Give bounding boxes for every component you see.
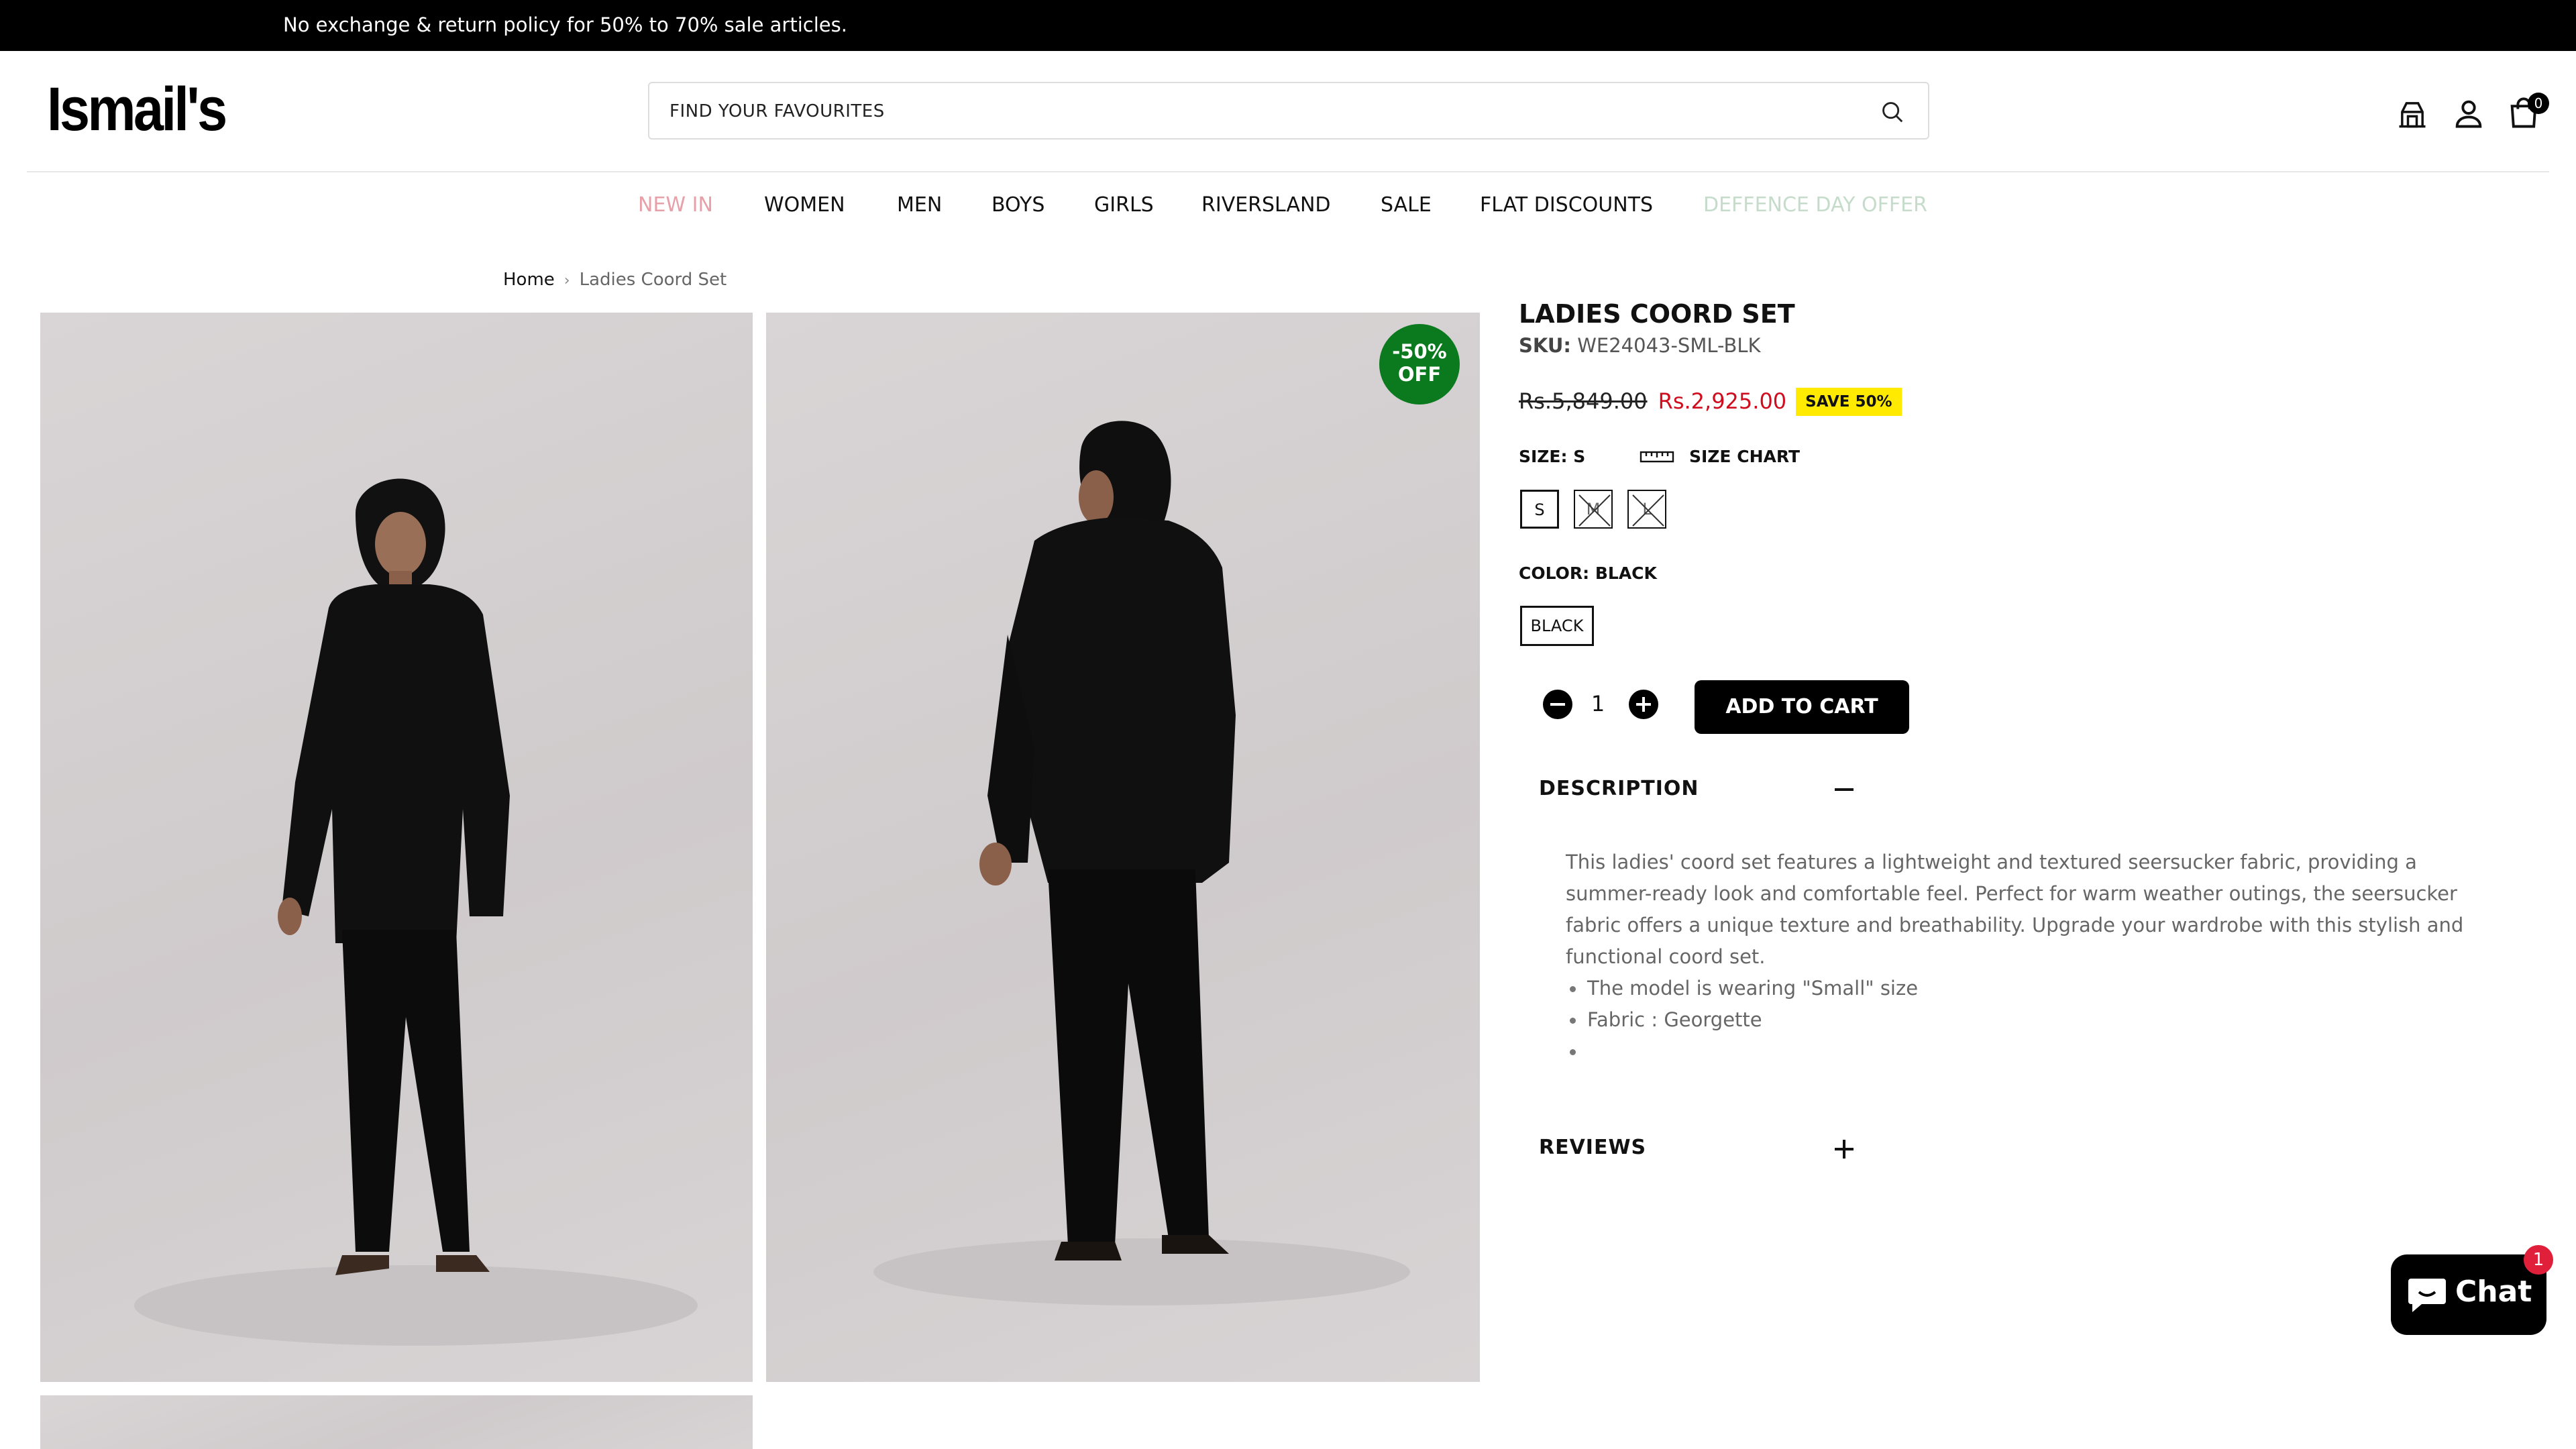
- breadcrumb: Home › Ladies Coord Set: [503, 270, 727, 290]
- size-option-s[interactable]: S: [1520, 490, 1559, 529]
- cart-count-badge: 0: [2528, 93, 2549, 114]
- reviews-accordion-title[interactable]: REVIEWS: [1539, 1136, 1646, 1159]
- size-option-m[interactable]: M: [1574, 490, 1613, 529]
- store-logo[interactable]: Ismail's: [47, 75, 241, 144]
- breadcrumb-current: Ladies Coord Set: [579, 270, 727, 290]
- model-back-figure: [873, 421, 1410, 1305]
- breadcrumb-home[interactable]: Home: [503, 270, 555, 290]
- store-locator-icon[interactable]: [2395, 96, 2430, 131]
- description-content: This ladies' coord set features a lightw…: [1566, 847, 2478, 1067]
- description-accordion-title[interactable]: DESCRIPTION: [1539, 777, 1699, 800]
- announcement-text: No exchange & return policy for 50% to 7…: [283, 13, 847, 36]
- description-text: This ladies' coord set features a lightw…: [1566, 851, 2464, 968]
- description-bullets: The model is wearing "Small" size Fabric…: [1566, 973, 2478, 1067]
- chevron-right-icon: ›: [564, 272, 570, 289]
- nav-item-riversland[interactable]: RIVERSLAND: [1201, 193, 1331, 217]
- price-sale: Rs.2,925.00: [1658, 388, 1787, 414]
- description-bullet: Fabric : Georgette: [1566, 1004, 2478, 1036]
- add-to-cart-button[interactable]: ADD TO CART: [1695, 680, 1909, 734]
- product-image-third[interactable]: [40, 1395, 753, 1449]
- quantity-value[interactable]: 1: [1585, 691, 1611, 716]
- description-bullet: [1566, 1036, 2478, 1067]
- price-original: Rs.5,849.00: [1519, 388, 1648, 414]
- announcement-bar: No exchange & return policy for 50% to 7…: [0, 0, 2576, 51]
- minus-icon[interactable]: [1833, 779, 1855, 800]
- search-icon[interactable]: [1880, 99, 1905, 125]
- description-bullet: The model is wearing "Small" size: [1566, 973, 2478, 1004]
- product-sku: SKU: WE24043-SML-BLK: [1519, 334, 1761, 357]
- size-option-l[interactable]: L: [1627, 490, 1666, 529]
- model-front-figure: [134, 478, 698, 1346]
- nav-item-women[interactable]: WOMEN: [764, 193, 845, 217]
- quantity-increase-button[interactable]: [1629, 690, 1658, 719]
- nav-item-flat-discounts[interactable]: FLAT DISCOUNTS: [1480, 193, 1653, 217]
- nav-item-men[interactable]: MEN: [897, 193, 942, 217]
- discount-percent: -50%: [1392, 340, 1447, 363]
- chat-button[interactable]: Chat: [2391, 1254, 2546, 1335]
- plus-icon[interactable]: [1833, 1138, 1855, 1160]
- nav-item-new-in[interactable]: NEW IN: [638, 193, 713, 217]
- ruler-icon[interactable]: [1640, 449, 1674, 464]
- user-icon[interactable]: [2451, 96, 2486, 131]
- discount-off: OFF: [1397, 363, 1442, 386]
- quantity-decrease-button[interactable]: [1543, 690, 1572, 719]
- search-bar[interactable]: [648, 82, 1929, 140]
- sku-label: SKU:: [1519, 334, 1571, 357]
- product-title: LADIES COORD SET: [1519, 299, 1795, 329]
- product-image-front[interactable]: [40, 313, 753, 1382]
- save-badge: SAVE 50%: [1796, 388, 1902, 416]
- chat-label: Chat: [2455, 1275, 2532, 1309]
- color-option-black[interactable]: BLACK: [1520, 606, 1594, 646]
- unavailable-cross-icon: [1632, 494, 1664, 527]
- color-label: COLOR: BLACK: [1519, 564, 1657, 583]
- header-divider: [27, 171, 2549, 172]
- search-input[interactable]: [669, 98, 1810, 125]
- price-row: Rs.5,849.00 Rs.2,925.00 SAVE 50%: [1519, 388, 1902, 417]
- product-image-back[interactable]: [766, 313, 1480, 1382]
- chat-bubble-icon: [2408, 1279, 2446, 1312]
- size-label: SIZE: S: [1519, 447, 1586, 466]
- nav-item-deffence-day-offer[interactable]: DEFFENCE DAY OFFER: [1703, 193, 1927, 217]
- nav-item-boys[interactable]: BOYS: [991, 193, 1044, 217]
- sku-value: WE24043-SML-BLK: [1577, 334, 1761, 357]
- discount-badge: -50% OFF: [1379, 324, 1460, 405]
- logo-text: Ismail's: [47, 75, 227, 144]
- size-chart-link[interactable]: SIZE CHART: [1689, 447, 1800, 466]
- unavailable-cross-icon: [1578, 494, 1611, 527]
- nav-item-girls[interactable]: GIRLS: [1094, 193, 1154, 217]
- main-navigation: NEW IN WOMEN MEN BOYS GIRLS RIVERSLAND S…: [0, 193, 2576, 220]
- nav-item-sale[interactable]: SALE: [1381, 193, 1432, 217]
- chat-notification-badge: 1: [2524, 1245, 2553, 1275]
